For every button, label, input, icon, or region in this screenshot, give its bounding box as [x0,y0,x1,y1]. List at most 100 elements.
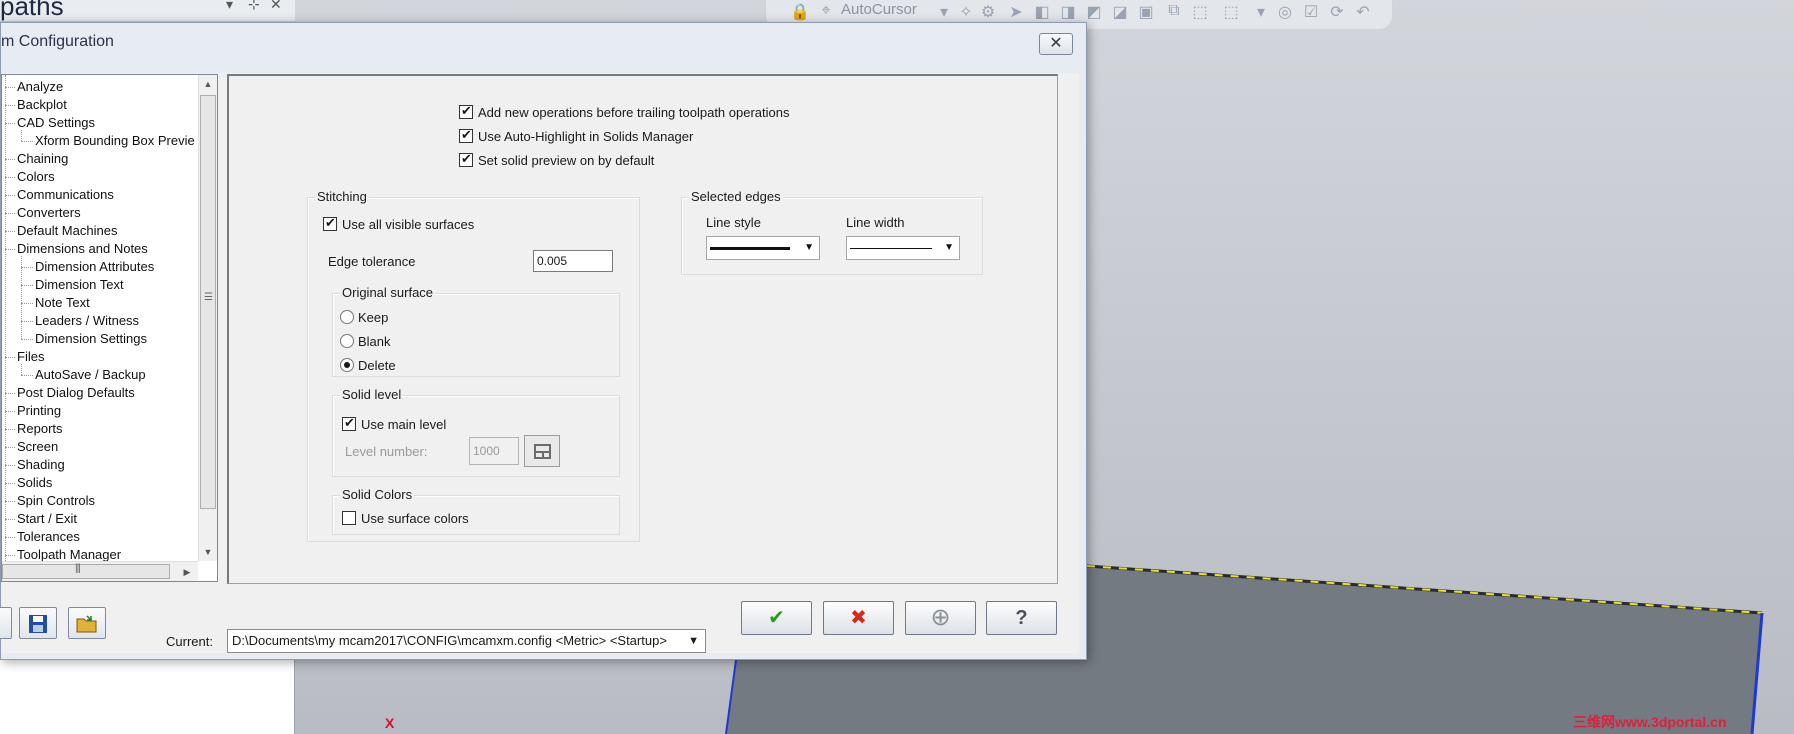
help-icon: ? [1015,607,1028,629]
select-solid-icon[interactable]: ◧ [1032,2,1052,22]
tree-connector [5,177,15,178]
check-select-icon[interactable]: ☑ [1301,2,1321,22]
cursor-icon[interactable]: ➤ [1006,2,1026,22]
level-manager-button[interactable] [524,435,560,467]
radio-dot[interactable] [340,310,354,324]
pin-icon[interactable]: ⊹ [248,0,260,13]
tree-item[interactable]: Tolerances [17,528,80,546]
configuration-tree[interactable]: Analyze Backplot CAD Settings Xform Boundin… [1,74,218,582]
checkbox-box[interactable] [342,415,356,431]
apply-button[interactable]: ⊕ [905,601,976,635]
radio-dot[interactable] [340,334,354,348]
tree-item[interactable]: Screen [17,438,58,456]
level-number-input[interactable]: 1000 [469,437,519,465]
gear-icon[interactable]: ⚙ [978,2,998,22]
tree-item[interactable]: Dimensions and Notes [17,240,148,258]
checkbox-box[interactable] [323,215,337,231]
radio-keep[interactable]: Keep [340,308,388,326]
radio-dot[interactable] [340,358,354,372]
help-button[interactable]: ? [986,601,1057,635]
verify-icon[interactable]: ◎ [1275,2,1295,22]
tree-item[interactable]: Dimension Text [35,276,124,294]
open-folder-button[interactable] [68,607,106,639]
tree-horizontal-scrollbar[interactable]: ||| ▶ [2,561,198,581]
tree-item[interactable]: Solids [17,474,52,492]
radio-label: Delete [358,357,396,373]
tree-item[interactable]: Post Dialog Defaults [17,384,135,402]
add-new-ops-checkbox[interactable]: Add new operations before trailing toolp… [459,103,790,121]
tree-item[interactable]: Start / Exit [17,510,77,528]
tree-item[interactable]: Backplot [17,96,67,114]
ok-button[interactable]: ✔ [741,601,812,635]
select-loop-icon[interactable]: ▣ [1136,2,1156,22]
lock-icon[interactable]: 🔒 [790,2,810,22]
tree-connector [5,231,15,232]
tree-item[interactable]: Analyze [17,78,63,96]
sparkle-icon[interactable]: ✧ [956,2,976,22]
plus-circle-icon: ⊕ [930,604,951,631]
tree-connector [5,393,15,394]
tree-item[interactable]: CAD Settings [17,114,95,132]
radio-blank[interactable]: Blank [340,332,391,350]
checkbox-label: Use all visible surfaces [342,216,475,232]
save-config-button[interactable] [19,607,57,639]
radio-delete[interactable]: Delete [340,356,396,374]
solid-preview-checkbox[interactable]: Set solid preview on by default [459,151,654,169]
select-options-icon[interactable]: ⬚ [1190,2,1210,22]
tree-item[interactable]: Dimension Settings [35,330,147,348]
auto-highlight-checkbox[interactable]: Use Auto-Highlight in Solids Manager [459,127,693,145]
autocursor-label[interactable]: AutoCursor [841,1,917,18]
checkbox-label: Add new operations before trailing toolp… [478,104,790,120]
checkbox-box[interactable] [459,151,473,167]
tree-item[interactable]: Colors [17,168,55,186]
select-face-icon[interactable]: ◨ [1058,2,1078,22]
scroll-up-icon[interactable]: ▲ [199,75,217,93]
tree-horizontal-scroll-thumb[interactable]: ||| [2,563,170,579]
panel-close-icon[interactable]: ✕ [270,0,282,13]
tree-item[interactable]: Toolpath Manager [17,546,121,561]
edge-tolerance-input[interactable]: 0.005 [533,250,613,272]
tree-item[interactable]: Note Text [35,294,90,312]
scroll-right-icon[interactable]: ▶ [178,563,196,581]
select-body-icon[interactable]: ◪ [1110,2,1130,22]
use-all-visible-checkbox[interactable]: Use all visible surfaces [323,215,474,233]
dropdown-icon[interactable]: ▾ [934,2,954,22]
checkbox-box[interactable] [459,103,473,119]
tree-vertical-scroll-thumb[interactable]: ☰ [200,95,216,509]
tree-item[interactable]: AutoSave / Backup [35,366,146,384]
tree-item[interactable]: Printing [17,402,61,420]
refresh-icon[interactable]: ⟳ [1327,2,1347,22]
checkbox-box[interactable] [459,127,473,143]
undo-select-icon[interactable]: ↶ [1353,2,1373,22]
tree-item[interactable]: Spin Controls [17,492,95,510]
tree-connector [21,267,33,268]
select-edge-icon[interactable]: ◩ [1084,2,1104,22]
tree-item[interactable]: Communications [17,186,114,204]
tree-vertical-scrollbar[interactable]: ▲ ☰ ▼ [198,75,217,561]
line-style-combo[interactable]: ▼ [706,236,820,260]
line-width-combo[interactable]: ▼ [846,236,960,260]
use-surface-colors-checkbox[interactable]: Use surface colors [342,509,469,527]
tree-item[interactable]: Reports [17,420,63,438]
tree-item[interactable]: Xform Bounding Box Previe [35,132,195,150]
scroll-down-icon[interactable]: ▼ [199,543,217,561]
use-main-level-checkbox[interactable]: Use main level [342,415,446,433]
current-config-combo[interactable]: D:\Documents\my mcam2017\CONFIG\mcamxm.c… [227,629,706,653]
pin-dropdown-icon[interactable]: ▾ [226,0,233,13]
autocursor-icon[interactable]: ⌖ [816,2,836,22]
tree-item[interactable]: Converters [17,204,81,222]
window-select-icon[interactable]: ⬚ [1221,2,1241,22]
grip-icon: ☰ [204,292,213,303]
cancel-button[interactable]: ✖ [823,601,894,635]
checkbox-box[interactable] [342,511,356,525]
tree-item[interactable]: Chaining [17,150,68,168]
tree-item[interactable]: Leaders / Witness [35,312,139,330]
tree-item[interactable]: Shading [17,456,65,474]
tree-item[interactable]: Default Machines [17,222,117,240]
open-config-button[interactable] [0,607,12,639]
tree-item[interactable]: Dimension Attributes [35,258,154,276]
dialog-close-button[interactable]: ✕ [1039,33,1073,55]
dropdown-icon-2[interactable]: ▾ [1251,2,1271,22]
select-multi-icon[interactable]: ⧉ [1164,2,1184,22]
tree-connector [5,159,15,160]
